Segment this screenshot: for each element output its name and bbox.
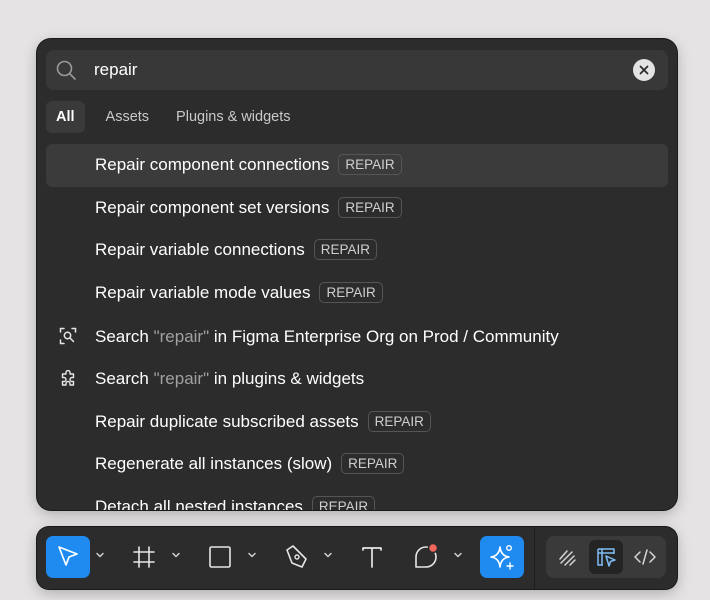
frame-icon <box>133 546 155 568</box>
filter-tabs: All Assets Plugins & widgets <box>46 101 308 133</box>
code-icon <box>634 549 656 565</box>
repair-badge: REPAIR <box>341 453 405 475</box>
plugin-icon <box>61 369 75 386</box>
chevron-down-icon[interactable] <box>170 549 182 561</box>
result-label: Regenerate all instances (slow) REPAIR <box>95 453 405 475</box>
search-community-icon <box>59 327 77 345</box>
text-tool-button[interactable] <box>350 536 394 578</box>
result-regenerate-instances[interactable]: Regenerate all instances (slow) REPAIR <box>46 444 668 487</box>
result-repair-duplicate-assets[interactable]: Repair duplicate subscribed assets REPAIR <box>46 401 668 444</box>
mode-switcher <box>546 536 666 578</box>
result-search-plugins[interactable]: Search "repair" in plugins & widgets <box>46 358 668 401</box>
cursor-icon <box>58 546 78 566</box>
chevron-down-icon[interactable] <box>452 549 464 561</box>
result-label: Repair variable connections REPAIR <box>95 239 378 261</box>
draw-mode-button[interactable] <box>550 540 584 574</box>
draw-icon <box>559 550 576 566</box>
quick-actions-panel: All Assets Plugins & widgets Repair comp… <box>37 39 677 510</box>
dev-mode-button[interactable] <box>628 540 662 574</box>
result-label: Repair component set versions REPAIR <box>95 196 402 219</box>
clear-search-button[interactable] <box>633 59 655 81</box>
chevron-down-icon[interactable] <box>94 549 106 561</box>
result-repair-variable-mode-values[interactable]: Repair variable mode values REPAIR <box>46 272 668 315</box>
rectangle-icon <box>209 546 231 568</box>
result-label: Detach all nested instances REPAIR <box>95 496 376 510</box>
design-mode-button[interactable] <box>589 540 623 574</box>
design-icon <box>597 548 616 567</box>
text-icon <box>362 547 382 568</box>
result-label: Repair component connections REPAIR <box>95 153 402 176</box>
result-label: Search "repair" in plugins & widgets <box>95 369 365 389</box>
result-repair-component-connections[interactable]: Repair component connections REPAIR <box>46 144 668 187</box>
repair-badge: REPAIR <box>367 410 431 432</box>
repair-badge: REPAIR <box>313 239 378 261</box>
move-tool-button[interactable] <box>46 536 90 578</box>
search-bar <box>46 50 668 90</box>
search-icon <box>56 60 76 80</box>
result-label: Repair variable mode values REPAIR <box>95 282 383 304</box>
result-label: Search "repair" in Figma Enterprise Org … <box>95 326 559 346</box>
shape-tool-button[interactable] <box>198 536 242 578</box>
close-icon <box>639 65 649 75</box>
ai-actions-button[interactable] <box>480 536 524 578</box>
frame-tool-button[interactable] <box>122 536 166 578</box>
toolbar-divider <box>534 527 535 589</box>
results-list: Repair component connections REPAIR Repai… <box>46 144 668 510</box>
chevron-down-icon[interactable] <box>322 549 334 561</box>
result-label: Repair duplicate subscribed assets REPAIR <box>95 410 431 433</box>
result-search-community[interactable]: Search "repair" in Figma Enterprise Org … <box>46 315 668 358</box>
result-repair-variable-connections[interactable]: Repair variable connections REPAIR <box>46 230 668 273</box>
pen-icon <box>286 545 307 568</box>
repair-badge: REPAIR <box>319 282 383 304</box>
tab-plugins-widgets[interactable]: Plugins & widgets <box>166 101 300 133</box>
repair-badge: REPAIR <box>338 153 402 175</box>
result-detach-nested-instances[interactable]: Detach all nested instances REPAIR <box>46 486 668 510</box>
comment-icon <box>415 542 439 568</box>
chevron-down-icon[interactable] <box>246 549 258 561</box>
search-input[interactable] <box>94 57 614 83</box>
tab-assets[interactable]: Assets <box>96 101 160 133</box>
tab-all[interactable]: All <box>46 101 85 133</box>
sparkle-icon <box>490 544 514 570</box>
repair-badge: REPAIR <box>338 196 402 218</box>
pen-tool-button[interactable] <box>274 536 318 578</box>
result-repair-component-set-versions[interactable]: Repair component set versions REPAIR <box>46 187 668 230</box>
repair-badge: REPAIR <box>311 496 376 510</box>
comment-tool-button[interactable] <box>404 536 448 578</box>
bottom-toolbar <box>37 527 677 589</box>
